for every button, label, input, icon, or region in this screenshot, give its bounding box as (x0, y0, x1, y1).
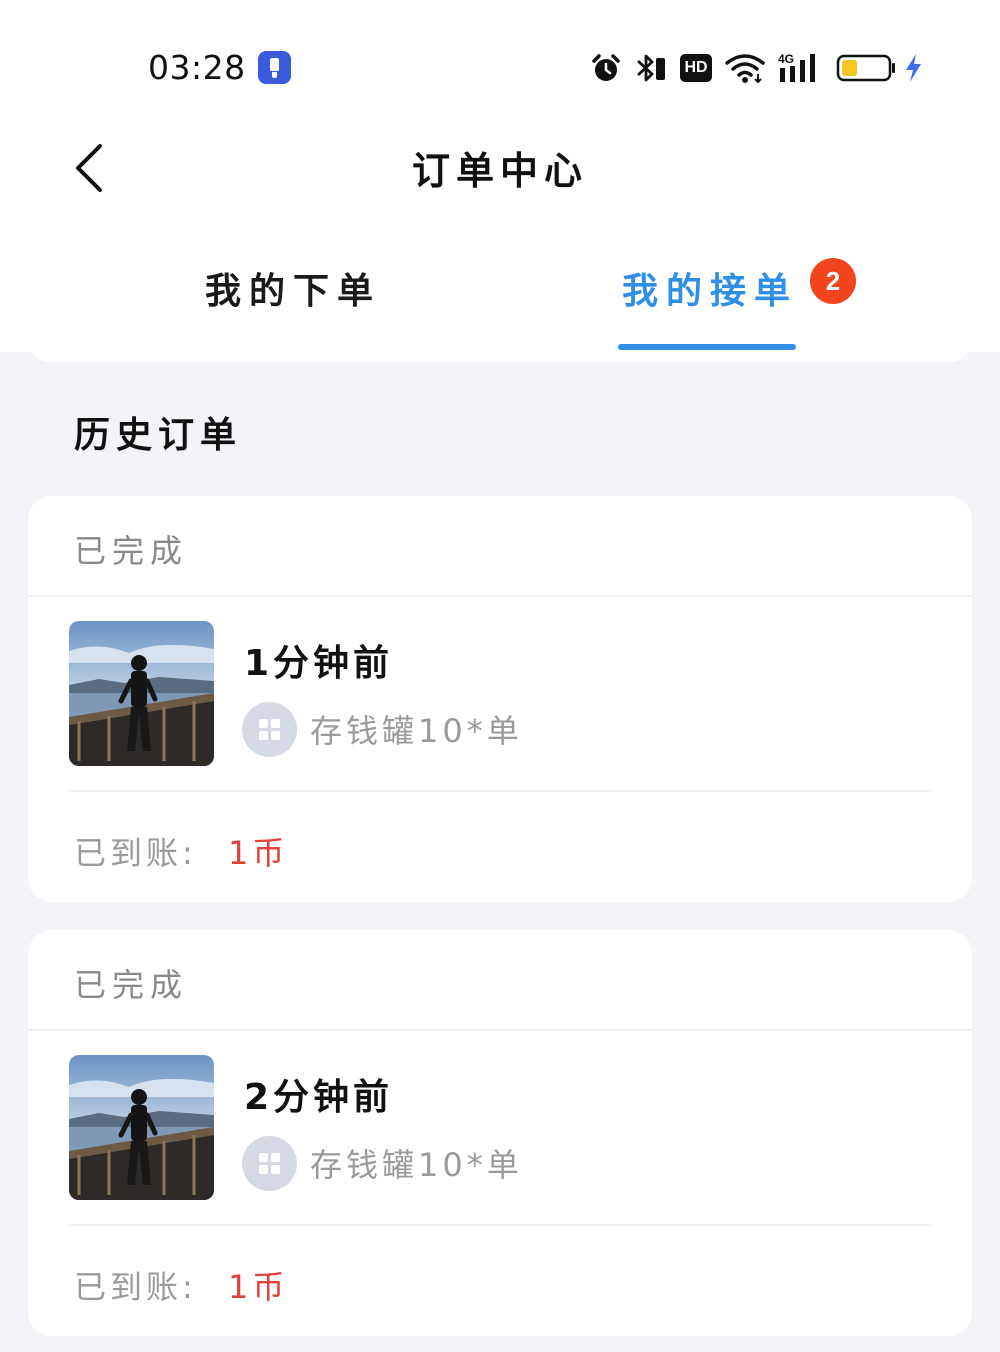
status-bar: 03:28 HD 4G (0, 40, 1000, 96)
grid-icon (242, 1136, 297, 1191)
order-item-name: 存钱罐10*单 (310, 712, 523, 750)
order-status: 已完成 (74, 966, 189, 1004)
signal-icon: 4G (778, 52, 815, 82)
order-thumbnail (69, 1055, 214, 1200)
page-title: 订单中心 (411, 149, 588, 193)
tab-my-taken-orders[interactable]: 我的接单 (622, 262, 798, 314)
charging-icon (906, 54, 921, 82)
order-thumbnail (69, 621, 214, 766)
paid-label: 已到账: (74, 834, 197, 872)
active-tab-indicator (618, 344, 796, 350)
divider (69, 1224, 931, 1226)
network-type-label: 4G (778, 52, 794, 66)
hd-icon: HD (680, 54, 712, 82)
order-time: 2分钟前 (244, 1077, 394, 1118)
order-item-name: 存钱罐10*单 (310, 1146, 523, 1184)
section-title: 历史订单 (74, 415, 243, 456)
order-time: 1分钟前 (244, 643, 394, 684)
divider (28, 1029, 972, 1031)
tab-badge-count: 2 (810, 258, 856, 304)
order-status: 已完成 (74, 532, 189, 570)
status-time: 03:28 (148, 48, 246, 87)
divider (28, 595, 972, 597)
divider (69, 790, 931, 792)
order-card[interactable]: 已完成 2分钟前 存钱罐10*单 已到账: 1币 (28, 930, 972, 1336)
wifi-icon (725, 54, 765, 84)
paid-amount: 1币 (228, 834, 289, 872)
top-panel-edge (28, 330, 972, 362)
grid-icon (242, 702, 297, 757)
bluetooth-icon (637, 54, 665, 82)
flashlight-app-icon (258, 51, 291, 84)
tab-my-placed-orders[interactable]: 我的下单 (205, 262, 381, 314)
battery-icon (836, 54, 895, 82)
alarm-icon (592, 54, 620, 81)
order-card[interactable]: 已完成 1分钟前 存钱罐10*单 已到账: 1币 (28, 496, 972, 902)
paid-label: 已到账: (74, 1268, 197, 1306)
chevron-left-icon[interactable] (70, 140, 110, 196)
paid-amount: 1币 (228, 1268, 289, 1306)
